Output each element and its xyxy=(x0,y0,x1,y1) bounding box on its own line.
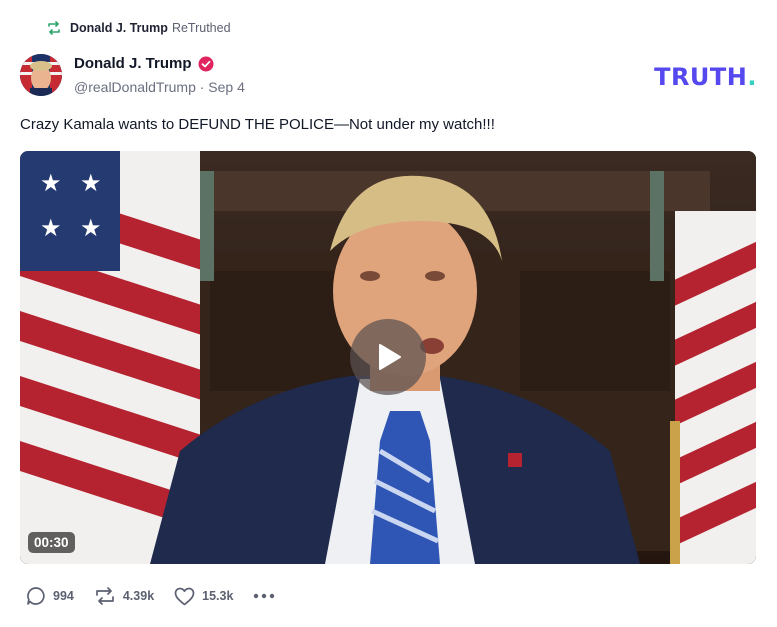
reply-icon xyxy=(27,587,45,605)
author-row: Donald J. Trump xyxy=(74,55,214,72)
play-button[interactable] xyxy=(350,319,426,395)
logo-word: TRUTH xyxy=(654,63,748,91)
video-player[interactable]: ★ ★ ★ ★ 00:30 xyxy=(20,151,756,564)
truth-logo[interactable]: TRUTH. xyxy=(654,63,757,91)
reply-count: 994 xyxy=(53,589,74,603)
retruth-button[interactable]: 4.39k xyxy=(94,586,154,606)
like-button[interactable]: 15.3k xyxy=(174,587,233,606)
handle-and-date[interactable]: @realDonaldTrump · Sep 4 xyxy=(74,79,245,95)
svg-text:★: ★ xyxy=(40,214,62,242)
svg-text:★: ★ xyxy=(40,169,62,197)
video-duration: 00:30 xyxy=(28,532,75,553)
post-text: Crazy Kamala wants to DEFUND THE POLICE—… xyxy=(20,116,495,133)
more-button[interactable] xyxy=(253,593,275,599)
play-icon xyxy=(379,344,401,370)
like-count: 15.3k xyxy=(202,589,234,603)
logo-dot: . xyxy=(747,63,757,91)
heart-icon xyxy=(174,587,195,605)
svg-text:★: ★ xyxy=(80,214,102,242)
avatar[interactable] xyxy=(20,54,62,96)
retruth-count: 4.39k xyxy=(122,589,155,603)
post-actions: 994 4.39k 15.3k xyxy=(26,586,275,606)
author-name[interactable]: Donald J. Trump xyxy=(74,55,192,72)
retruth-banner: Donald J. Trump ReTruthed xyxy=(46,19,231,37)
retruth-action-icon xyxy=(96,587,114,605)
retruth-icon xyxy=(48,21,60,35)
verified-badge-icon xyxy=(198,56,214,71)
retruth-label: ReTruthed xyxy=(171,21,231,35)
reply-button[interactable]: 994 xyxy=(26,586,74,606)
svg-text:★: ★ xyxy=(80,169,102,197)
retruth-author[interactable]: Donald J. Trump xyxy=(70,21,168,35)
more-icon xyxy=(254,593,275,599)
